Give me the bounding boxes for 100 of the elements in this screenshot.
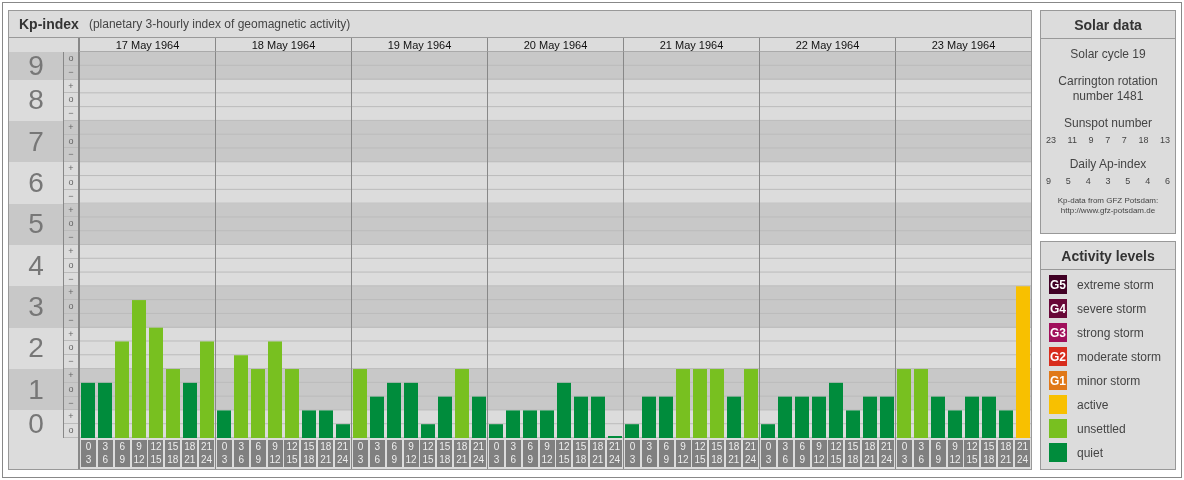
kp-bar: [812, 396, 826, 438]
legend-label: active: [1077, 397, 1109, 412]
time-slot-label: 0 3: [80, 440, 96, 467]
time-slot-label: 3 6: [505, 440, 521, 467]
panel-title: Kp-index: [19, 16, 79, 32]
time-slot-label: 21 24: [335, 440, 351, 467]
y-axis-label: 5: [9, 203, 63, 245]
ap-index-value: 4: [1085, 176, 1091, 186]
legend-label: minor storm: [1077, 373, 1141, 388]
source-note: Kp-data from GFZ Potsdam: http://www.gfz-potsdam.de: [1057, 196, 1159, 216]
sunspot-value: 7: [1121, 135, 1127, 145]
time-slot-label: 3 6: [233, 440, 249, 467]
legend-label: extreme storm: [1077, 277, 1154, 292]
kp-bar: [693, 369, 707, 438]
time-slot-label: 15 18: [437, 440, 453, 467]
time-slot-label: 6 9: [794, 440, 810, 467]
sunspot-value: 11: [1067, 135, 1077, 145]
time-slot-label: 18 21: [590, 440, 606, 467]
y-axis-label: 7: [9, 120, 63, 163]
kp-bar: [319, 410, 333, 438]
time-slot-label: 6 9: [658, 440, 674, 467]
ap-index-value: 4: [1145, 176, 1151, 186]
time-slot-label: 0 3: [624, 440, 640, 467]
kp-bar: [795, 396, 809, 438]
time-slot-label: 0 3: [488, 440, 504, 467]
time-slot-label: 6 9: [522, 440, 538, 467]
kp-bar: [302, 410, 316, 438]
time-slot-label: 0 3: [760, 440, 776, 467]
ap-index-value: 3: [1105, 176, 1111, 186]
kp-bar: [914, 369, 928, 438]
sunspot-value: 18: [1138, 135, 1149, 145]
time-slot-label: 21 24: [607, 440, 623, 467]
sunspot-label: Sunspot number: [1063, 116, 1153, 131]
time-slot-label: 21 24: [879, 440, 895, 467]
ap-index-value: 6: [1164, 176, 1170, 186]
time-slot-label: 6 9: [386, 440, 402, 467]
time-slot-label: 21 24: [199, 440, 215, 467]
kp-bar: [404, 382, 418, 438]
kp-bar: [353, 369, 367, 438]
kp-bar: [438, 396, 452, 438]
kp-bar: [880, 396, 894, 438]
sub-level-label: +: [64, 162, 78, 177]
solar-cycle: Solar cycle 19: [1070, 47, 1146, 62]
kp-bar: [455, 369, 469, 438]
sub-level-label: +: [64, 369, 78, 383]
time-slot-label: 3 6: [641, 440, 657, 467]
sub-level-label: −: [64, 231, 78, 245]
kp-bar: [472, 396, 486, 438]
kp-bar: [81, 382, 95, 438]
time-slot-label: 18 21: [862, 440, 878, 467]
sub-level-label: +: [64, 286, 78, 301]
kp-bar: [965, 396, 979, 438]
time-slot-label: 6 9: [250, 440, 266, 467]
kp-bar: [625, 424, 639, 438]
kp-bar: [489, 424, 503, 438]
time-slot-label: 18 21: [182, 440, 198, 467]
kp-bar: [642, 396, 656, 438]
time-slot-label: 3 6: [913, 440, 929, 467]
time-slot-label: 9 12: [947, 440, 963, 467]
kp-bar: [591, 396, 605, 438]
legend-label: severe storm: [1077, 301, 1147, 316]
time-slot-label: 15 18: [573, 440, 589, 467]
time-slot-label: 9 12: [131, 440, 147, 467]
storm-level-badge: G5: [1049, 275, 1067, 294]
sub-level-label: o: [64, 300, 78, 314]
time-slot-label: 15 18: [301, 440, 317, 467]
sub-level-label: −: [64, 148, 78, 163]
time-slot-label: 12 15: [692, 440, 708, 467]
ap-index-value: 5: [1125, 176, 1131, 186]
kp-bar: [778, 396, 792, 438]
kp-bar: [846, 410, 860, 438]
kp-bar: [540, 410, 554, 438]
panel-subtitle: (planetary 3-hourly index of geomagnetic activity): [88, 17, 351, 31]
time-slot-label: 15 18: [981, 440, 997, 467]
sub-level-label: +: [64, 410, 78, 425]
time-slot-label: 3 6: [777, 440, 793, 467]
legend-label: quiet: [1077, 445, 1104, 460]
legend-label: strong storm: [1077, 325, 1144, 340]
kp-bar: [931, 396, 945, 438]
time-slot-label: 12 15: [964, 440, 980, 467]
kp-bar: [710, 369, 724, 438]
time-slot-label: 21 24: [743, 440, 759, 467]
kp-bar: [574, 396, 588, 438]
time-slot-label: 9 12: [539, 440, 555, 467]
kp-bar: [676, 369, 690, 438]
storm-level-badge: G2: [1049, 347, 1067, 366]
time-slot-label: 21 24: [1015, 440, 1031, 467]
kp-bar: [557, 382, 571, 438]
kp-bar: [948, 410, 962, 438]
carrington-rotation: Carrington rotation number 1481: [1057, 74, 1159, 104]
panel-heading: Solar data: [1041, 11, 1175, 39]
kp-bar: [523, 410, 537, 438]
kp-bar: [727, 396, 741, 438]
kp-bar: [761, 424, 775, 438]
storm-level-badge: G4: [1049, 299, 1067, 318]
kp-bar: [421, 424, 435, 438]
time-slot-label: 9 12: [267, 440, 283, 467]
kp-bar: [829, 382, 843, 438]
kp-bar: [982, 396, 996, 438]
storm-level-badge: G1: [1049, 371, 1067, 390]
